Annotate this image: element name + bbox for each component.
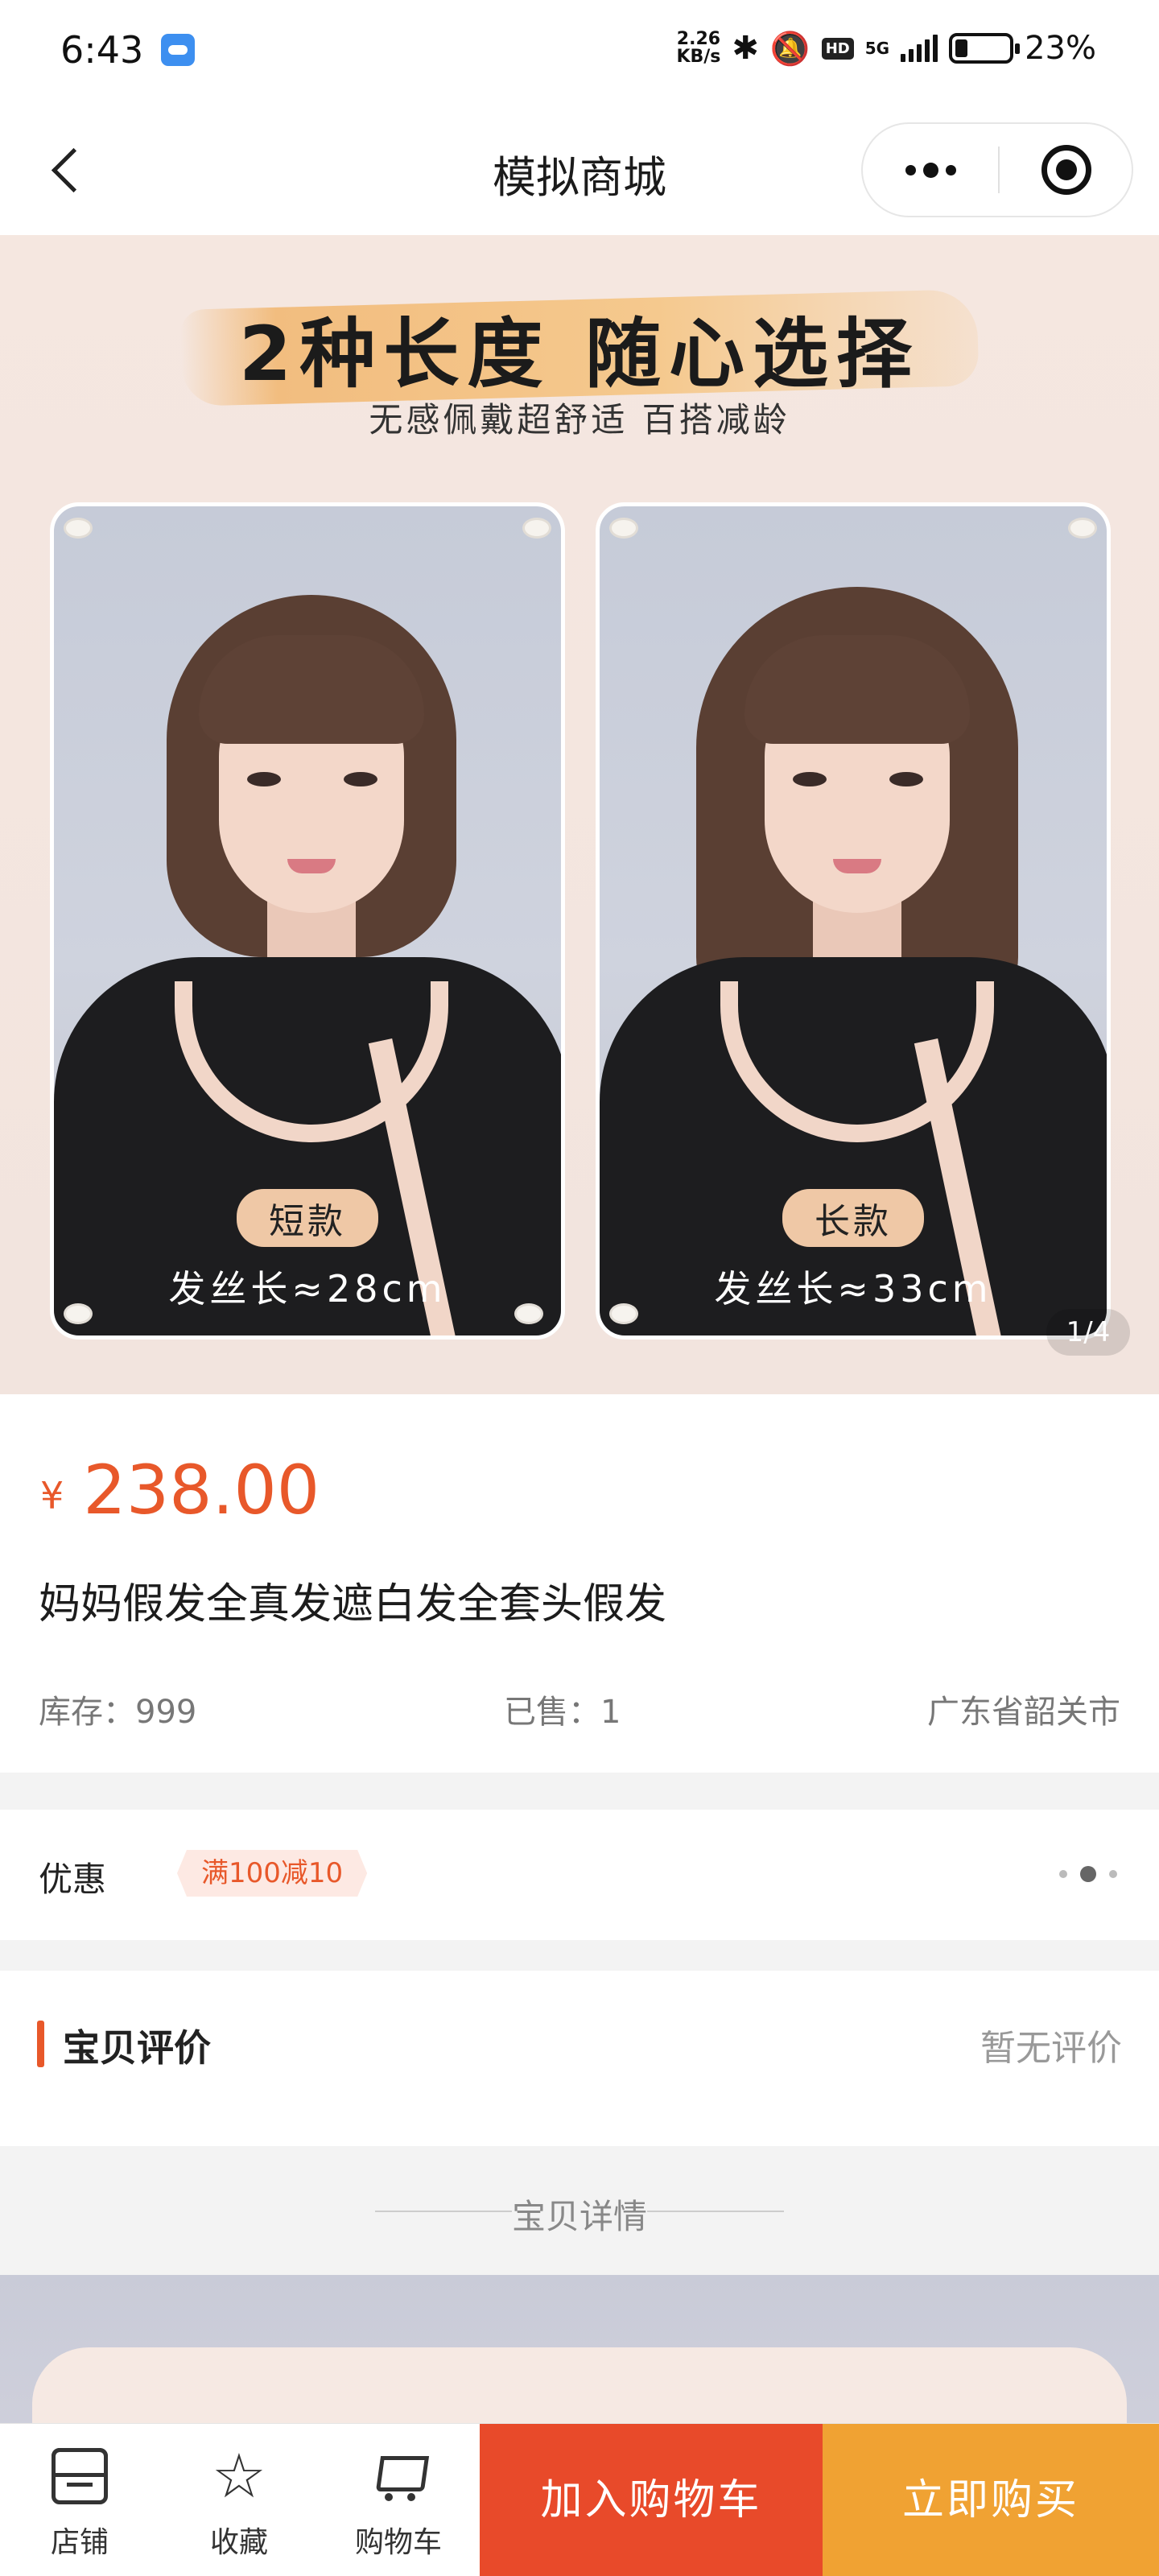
variant-photo-long: 长款 发丝长≈33cm (596, 502, 1111, 1340)
photo-pin-icon (609, 518, 638, 539)
signal-icon (901, 35, 938, 62)
carousel-pager: 1/4 (1046, 1309, 1130, 1356)
more-dots-icon[interactable] (1059, 1866, 1117, 1882)
net-speed-unit: KB/s (676, 47, 721, 67)
details-divider: 宝贝详情 (0, 2146, 1159, 2275)
battery-icon (949, 33, 1021, 64)
model-lips (287, 859, 336, 873)
product-info-card: ¥238.00 妈妈假发全真发遮白发全套头假发 库存：999 已售：1 广东省韶… (0, 1394, 1159, 1773)
store-tab[interactable]: 店铺 (0, 2424, 159, 2576)
status-icons: 2.26 KB/s ✱ 🔕 HD 5G 23% (676, 26, 1096, 71)
model-lips (833, 859, 881, 873)
currency-symbol: ¥ (40, 1474, 64, 1517)
coupon-badge[interactable]: 满100减10 (177, 1850, 367, 1897)
price-amount: 238.00 (83, 1451, 320, 1530)
cart-tab[interactable]: 购物车 (319, 2424, 478, 2576)
review-section[interactable]: 宝贝评价 暂无评价 (0, 1971, 1159, 2146)
photo-pin-icon (522, 518, 551, 539)
review-heading: 宝贝评价 (63, 2026, 211, 2070)
photo-pin-icon (609, 1303, 638, 1324)
net-speed-value: 2.26 (676, 29, 721, 49)
variant-tag-label: 短款 (237, 1189, 378, 1247)
favorite-tab-label: 收藏 (209, 2526, 268, 2559)
photo-pin-icon (514, 1303, 543, 1324)
bluetooth-icon: ✱ (732, 30, 759, 67)
add-to-cart-button[interactable]: 加入购物车 (480, 2424, 823, 2576)
model-bangs (744, 635, 970, 744)
store-icon (52, 2448, 108, 2504)
photo-pin-icon (1068, 518, 1097, 539)
promo-row[interactable]: 优惠 满100减10 (0, 1810, 1159, 1940)
variant-length: 发丝长≈33cm (714, 1267, 992, 1311)
model-bangs (199, 635, 424, 744)
promo-label: 优惠 (39, 1860, 107, 1899)
weather-app-icon (161, 34, 195, 66)
mini-program-capsule (861, 122, 1133, 217)
star-icon: ☆ (211, 2440, 267, 2512)
product-image-carousel[interactable]: 2种长度 随心选择 无感佩戴超舒适 百搭减龄 短款 发丝长≈28cm 长款 发丝… (0, 235, 1159, 1394)
product-price: ¥238.00 (40, 1451, 320, 1530)
favorite-tab[interactable]: ☆ 收藏 (159, 2424, 319, 2576)
battery-percent: 23% (1025, 30, 1096, 67)
sold-count: 已售：1 (504, 1694, 621, 1731)
model-eye (793, 772, 827, 786)
ship-location: 广东省韶关市 (927, 1694, 1120, 1731)
mute-icon: 🔕 (769, 30, 810, 68)
model-eye (344, 772, 377, 786)
bottom-action-bar: 店铺 ☆ 收藏 购物车 加入购物车 立即购买 (0, 2423, 1159, 2576)
variant-tag: 长款 (600, 1189, 1107, 1247)
review-empty-text: 暂无评价 (980, 2028, 1122, 2069)
photo-pin-icon (64, 518, 93, 539)
stock-count: 库存：999 (39, 1694, 197, 1731)
variant-tag-label: 长款 (782, 1189, 924, 1247)
close-mini-program-icon[interactable] (1041, 145, 1091, 195)
photo-pin-icon (64, 1303, 93, 1324)
cart-icon (370, 2448, 427, 2504)
capsule-divider (998, 147, 1000, 193)
more-menu-button[interactable] (863, 124, 998, 216)
banner-subhead: 无感佩戴超舒适 百搭减龄 (369, 400, 790, 440)
status-bar: 6:43 2.26 KB/s ✱ 🔕 HD 5G 23% (0, 0, 1159, 105)
cart-tab-label: 购物车 (354, 2526, 442, 2559)
status-time: 6:43 (60, 28, 144, 72)
variant-tag: 短款 (54, 1189, 561, 1247)
model-eye (889, 772, 923, 786)
section-accent-bar (37, 2021, 44, 2067)
variant-length: 发丝长≈28cm (168, 1267, 447, 1311)
store-tab-label: 店铺 (50, 2526, 109, 2559)
product-title: 妈妈假发全真发遮白发全套头假发 (39, 1580, 667, 1629)
hd-icon: HD (821, 37, 854, 60)
navigation-bar: 模拟商城 (0, 105, 1159, 235)
network-type: 5G (864, 39, 890, 58)
buy-now-button[interactable]: 立即购买 (823, 2424, 1159, 2576)
banner-headline: 2种长度 随心选择 (238, 311, 921, 398)
variant-photo-short: 短款 发丝长≈28cm (50, 502, 565, 1340)
product-page: 6:43 2.26 KB/s ✱ 🔕 HD 5G 23% 模拟商城 2种长度 随… (0, 0, 1159, 2576)
model-eye (247, 772, 281, 786)
details-heading: 宝贝详情 (511, 2197, 647, 2236)
divider-line (647, 2211, 784, 2212)
net-speed: 2.26 KB/s (676, 31, 720, 66)
